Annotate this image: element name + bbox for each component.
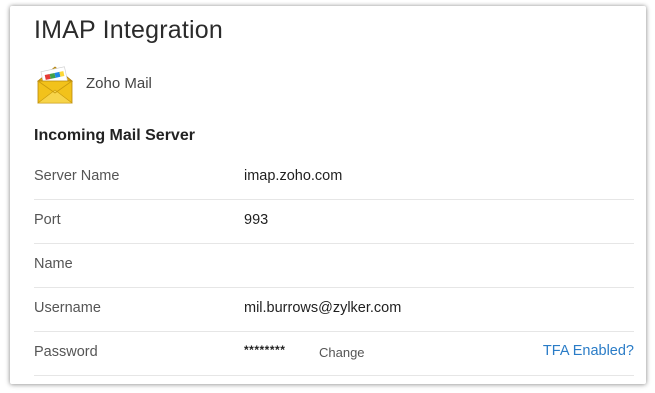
username-label: Username <box>34 300 101 316</box>
tfa-enabled-link[interactable]: TFA Enabled? <box>543 343 634 359</box>
zoho-mail-envelope-icon <box>36 66 74 104</box>
name-label: Name <box>34 256 73 272</box>
server-name-label: Server Name <box>34 168 120 184</box>
server-name-value: imap.zoho.com <box>244 168 343 184</box>
change-password-link[interactable]: Change <box>319 345 365 360</box>
password-label: Password <box>34 344 98 360</box>
name-row: Name <box>34 244 634 288</box>
incoming-server-fields: Server Name imap.zoho.com Port 993 Name … <box>34 156 634 376</box>
port-row: Port 993 <box>34 200 634 244</box>
section-title-incoming-mail-server: Incoming Mail Server <box>34 127 195 144</box>
password-masked-value: ******** <box>244 343 286 357</box>
port-label: Port <box>34 212 61 228</box>
page-title: IMAP Integration <box>34 16 223 44</box>
provider-info: Zoho Mail <box>34 60 152 108</box>
provider-name: Zoho Mail <box>86 74 152 92</box>
username-row: Username mil.burrows@zylker.com <box>34 288 634 332</box>
imap-integration-card: IMAP Integration Zoho Mail Incoming Mail… <box>10 6 646 384</box>
password-row: Password ******** Change TFA Enabled? <box>34 332 634 376</box>
username-value: mil.burrows@zylker.com <box>244 300 402 316</box>
port-value: 993 <box>244 212 269 228</box>
server-name-row: Server Name imap.zoho.com <box>34 156 634 200</box>
